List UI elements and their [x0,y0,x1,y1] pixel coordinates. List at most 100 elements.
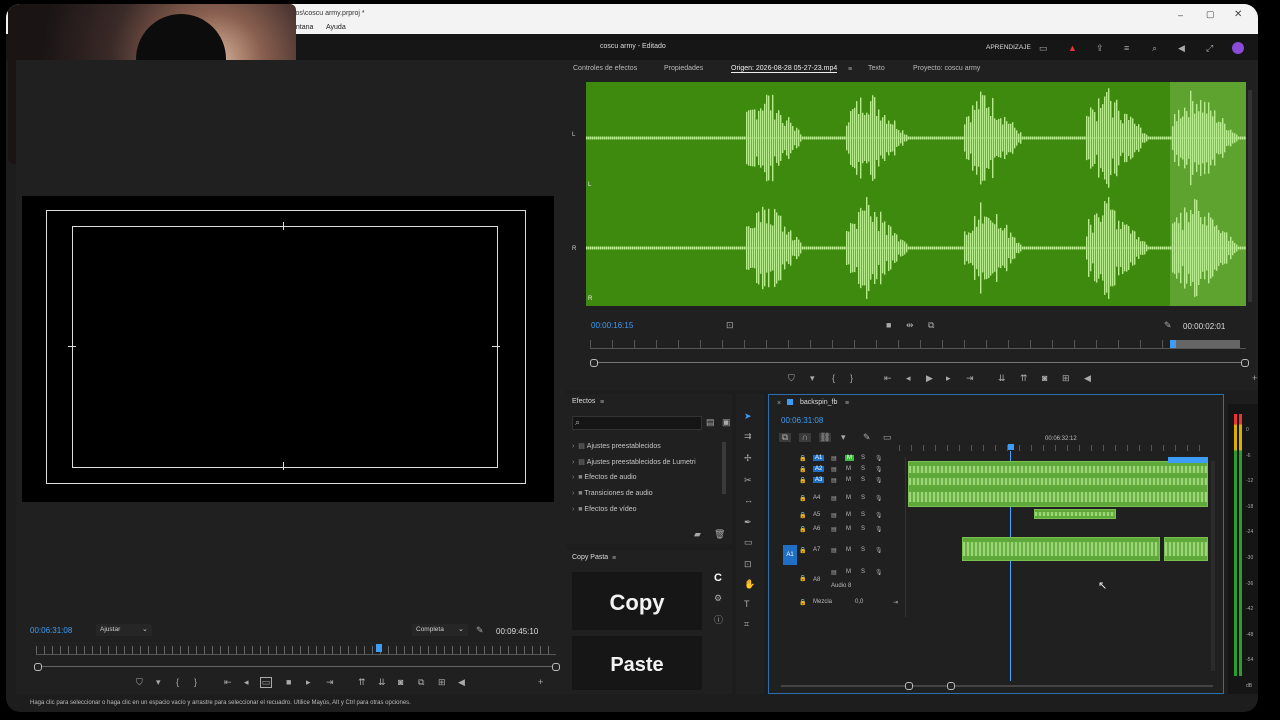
caption-icon[interactable]: ⌗ [744,620,749,629]
mute-button[interactable]: M [846,569,851,575]
new-folder-icon[interactable]: ▰ [694,530,701,539]
step-back-icon[interactable]: ◂ [906,374,911,383]
zoom-handle-left[interactable] [34,663,42,671]
copy-button[interactable]: Copy [572,572,702,630]
insert-edit-icon[interactable]: ⇊ [998,374,1006,383]
transform-icon[interactable]: ⊡ [744,560,752,569]
paste-button[interactable]: Paste [572,636,702,690]
minimize-icon[interactable]: – [1178,10,1183,20]
audio-clip-a1-a4[interactable] [908,461,1208,507]
zoom-handle-right[interactable] [1241,359,1249,367]
captions-icon[interactable]: ▭ [883,433,892,442]
effects-title[interactable]: Efectos [572,398,595,405]
sync-lock-icon[interactable]: ▤ [831,477,837,486]
timeline-ruler[interactable] [899,445,1209,451]
go-to-in-icon[interactable]: ⇤ [884,374,892,383]
microphone-icon[interactable]: 🎙 [875,526,883,535]
camera-icon[interactable]: ◙ [398,678,403,687]
add-button-icon[interactable]: + [538,678,543,687]
share-icon[interactable]: ⇪ [1096,44,1104,53]
list-item[interactable]: › ▤ Ajustes preestablecidos [572,442,661,450]
gear-icon[interactable]: ⚙ [714,594,722,603]
mute-button[interactable]: M [846,466,851,472]
add-marker-icon[interactable]: ▾ [156,678,161,687]
solo-button[interactable]: S [861,466,865,472]
list-item[interactable]: › ■ Transiciones de audio [572,490,653,497]
tab-source[interactable]: Origen: 2026-08-28 05-27-23.mp4 [731,65,838,73]
source-timecode-in[interactable]: 00:00:16:15 [591,321,633,330]
mark-out-icon[interactable]: } [850,374,853,383]
source-in-out-range[interactable] [1172,340,1240,348]
effects-scrollbar[interactable] [722,442,726,494]
mark-in-icon[interactable]: { [176,678,179,687]
track-name[interactable]: A4 [813,495,820,501]
list-item[interactable]: › ■ Efectos de vídeo [572,506,637,513]
multicam-icon[interactable]: ⊞ [1062,374,1070,383]
menu-item-help[interactable]: Ayuda [326,24,346,31]
add-marker-icon[interactable]: ▾ [841,433,846,442]
sync-lock-icon[interactable]: ▤ [831,526,837,535]
tab-effect-controls[interactable]: Controles de efectos [573,65,637,72]
sync-lock-icon[interactable]: ▤ [831,512,837,521]
learn-workspace[interactable]: APRENDIZAJE [986,44,1031,51]
zoom-handle-left[interactable] [905,682,913,690]
play-icon[interactable]: ▶ [926,374,933,383]
panel-menu-icon[interactable]: ≡ [612,554,616,563]
alert-icon[interactable]: ▲ [1068,44,1077,53]
zoom-handle-right[interactable] [552,663,560,671]
extract-icon[interactable]: ⇊ [378,678,386,687]
source-patch-a1[interactable]: A1 [783,545,797,565]
fit-dropdown[interactable]: Ajustar ⌄ [96,624,152,636]
skip-end-icon[interactable]: ⇥ [893,599,898,608]
menu-icon[interactable]: ≡ [1124,44,1129,53]
lock-icon[interactable]: 🔒 [799,477,806,486]
audio-clip-a7-b[interactable] [1164,537,1208,561]
info-icon[interactable]: ⓘ [714,616,723,625]
track-area[interactable]: ↖ [905,457,1210,617]
source-settings-icon[interactable]: ⊡ [726,321,734,330]
wrench-icon[interactable]: ✎ [476,626,484,635]
rectangle-icon[interactable]: ▭ [744,538,753,547]
nest-icon[interactable]: ⧉ [779,433,791,442]
lock-icon[interactable]: 🔒 [799,455,806,464]
overwrite-icon[interactable]: ⇈ [1020,374,1028,383]
wrench-icon[interactable]: ✎ [1164,321,1172,330]
linked-selection-icon[interactable]: ⛓ [819,433,831,442]
lock-icon[interactable]: 🔒 [799,512,806,521]
effects-search-input[interactable]: ⌕ [572,416,702,430]
camera-icon[interactable]: ◙ [1042,374,1047,383]
tab-properties[interactable]: Propiedades [664,65,703,72]
source-ruler[interactable] [590,340,1246,349]
mark-out-icon[interactable]: } [194,678,197,687]
ripple-edit-icon[interactable]: ✢ [744,454,752,463]
solo-button[interactable]: S [861,569,865,575]
mute-button[interactable]: M [846,495,851,501]
wrench-icon[interactable]: ✎ [863,433,871,442]
step-forward-icon[interactable]: ▸ [946,374,951,383]
timeline-vertical-scrollbar[interactable] [1211,461,1215,671]
zoom-handle-right[interactable] [947,682,955,690]
accelerated-effects-icon[interactable]: ▤ [706,418,715,427]
audio-clip-a5[interactable] [1034,509,1116,519]
go-to-out-icon[interactable]: ⇥ [966,374,974,383]
track-name[interactable]: A2 [813,466,825,472]
pen-icon[interactable]: ✒ [744,518,752,527]
microphone-icon[interactable]: 🎙 [875,512,883,521]
track-name[interactable]: A5 [813,512,820,518]
yuv-effects-icon[interactable]: ▣ [722,418,731,427]
audio-clip-a7[interactable] [962,537,1160,561]
volume-icon[interactable]: ◀ [1178,44,1185,53]
go-to-out-icon[interactable]: ⇥ [326,678,334,687]
compare-icon[interactable]: ⧉ [418,678,424,687]
hand-icon[interactable]: ✋ [744,580,755,589]
marker-icon[interactable]: ⛉ [788,374,795,383]
mute-button[interactable]: M [846,477,851,483]
lift-icon[interactable]: ⇈ [358,678,366,687]
maximize-icon[interactable]: ▢ [1206,9,1215,20]
tab-menu-icon[interactable]: ≡ [848,65,852,74]
solo-button[interactable]: S [861,526,865,532]
program-timecode[interactable]: 00:06:31:08 [30,626,72,635]
add-marker-icon[interactable]: ▾ [810,374,815,383]
panel-menu-icon[interactable]: ≡ [600,398,604,407]
multicam-icon[interactable]: ⊞ [438,678,446,687]
